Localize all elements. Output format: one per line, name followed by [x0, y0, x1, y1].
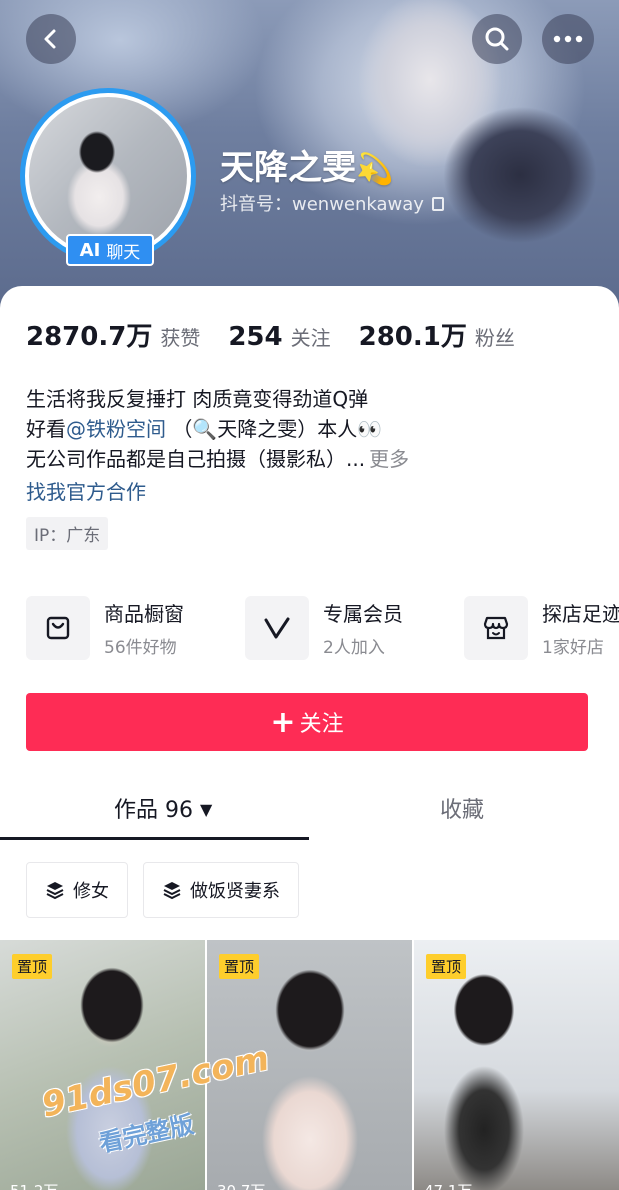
followers-count[interactable]: 280.1万: [359, 316, 467, 353]
collection-chip[interactable]: 做饭贤妻系: [143, 862, 299, 918]
service-shop-window[interactable]: 商品橱窗 56件好物: [26, 596, 245, 660]
ai-badge-label: 聊天: [106, 242, 141, 263]
video-likes: 51.2万: [10, 1180, 58, 1190]
service-membership[interactable]: 专属会员 2人加入: [245, 596, 464, 660]
nickname-emoji: 💫: [356, 152, 394, 187]
video-likes: 47.1万: [424, 1180, 472, 1190]
search-button[interactable]: [472, 14, 522, 64]
more-dots-icon: [553, 35, 583, 43]
bio-line-1: 生活将我反复捶打 肉质竟变得劲道Q弹: [26, 387, 369, 411]
layers-icon: [45, 880, 65, 900]
profile-nickname: 天降之雯💫: [220, 140, 393, 189]
ai-badge-prefix: AI: [79, 239, 101, 261]
bio-line-3: 无公司作品都是自己拍摄（摄影私）... 更多: [26, 444, 409, 474]
mention-link[interactable]: @铁粉空间: [66, 417, 166, 441]
pinned-badge: 置顶: [426, 954, 467, 979]
profile-stats: 2870.7万 获赞 254 关注 280.1万 粉丝: [26, 316, 543, 353]
service-title: 专属会员: [323, 602, 403, 626]
likes-label: 获赞: [160, 326, 201, 350]
ip-location-tag: IP：广东: [26, 517, 109, 550]
bio-line-2: 好看@铁粉空间 （🔍天降之雯）本人👀: [26, 414, 409, 444]
pinned-badge: 置顶: [12, 954, 53, 979]
video-grid: 置顶 51.2万 置顶 30.7万 置顶 47.1万: [0, 940, 619, 1190]
video-thumbnail[interactable]: 置顶 47.1万: [414, 940, 619, 1190]
collection-chip-label: 修女: [73, 881, 109, 902]
followers-label: 粉丝: [474, 326, 515, 350]
business-cooperation-link[interactable]: 找我官方合作: [26, 476, 146, 505]
chevron-left-icon: [44, 29, 56, 49]
likes-count[interactable]: 2870.7万: [26, 316, 152, 353]
ai-chat-badge[interactable]: AI 聊天: [66, 234, 154, 266]
service-entries: 商品橱窗 56件好物 专属会员 2人加入 探店足迹 1家好店: [26, 596, 619, 660]
following-label: 关注: [290, 326, 331, 350]
bio-line-2-prefix: 好看: [26, 417, 66, 441]
copy-icon[interactable]: [431, 197, 444, 211]
follow-button-label: 关注: [299, 712, 344, 737]
bio-more-link[interactable]: 更多: [369, 447, 409, 471]
service-store-visits[interactable]: 探店足迹 1家好店: [464, 596, 619, 660]
video-likes: 30.7万: [217, 1180, 265, 1190]
tab-works[interactable]: 作品 96 ▼: [114, 792, 212, 824]
douyin-id-text: 抖音号：wenwenkaway: [220, 194, 424, 215]
search-icon: [485, 27, 509, 51]
pinned-badge: 置顶: [219, 954, 260, 979]
follow-button[interactable]: + 关注: [26, 693, 588, 751]
avatar-image: [29, 97, 187, 255]
more-button[interactable]: [542, 14, 594, 64]
service-title: 商品橱窗: [104, 602, 184, 626]
bio-line-2-suffix: （🔍天降之雯）本人👀: [172, 417, 383, 441]
tab-works-label: 作品 96: [114, 798, 193, 823]
following-count[interactable]: 254: [228, 322, 282, 352]
active-tab-indicator: [0, 837, 309, 840]
vip-v-icon: [245, 596, 309, 660]
service-subtitle: 56件好物: [104, 638, 177, 658]
caret-down-icon[interactable]: ▼: [200, 800, 212, 819]
douyin-id[interactable]: 抖音号：wenwenkaway: [220, 190, 444, 216]
profile-bio: 生活将我反复捶打 肉质竟变得劲道Q弹 好看@铁粉空间 （🔍天降之雯）本人👀 无公…: [26, 384, 409, 474]
collection-chip-label: 做饭贤妻系: [190, 881, 280, 902]
plus-icon: +: [270, 704, 296, 740]
layers-icon: [162, 880, 182, 900]
nickname-text: 天降之雯: [220, 148, 356, 188]
bio-line-3-text: 无公司作品都是自己拍摄（摄影私）...: [26, 447, 366, 471]
shopping-bag-icon: [26, 596, 90, 660]
service-subtitle: 1家好店: [542, 638, 604, 658]
back-button[interactable]: [26, 14, 76, 64]
service-subtitle: 2人加入: [323, 638, 385, 658]
tab-favorites[interactable]: 收藏: [440, 792, 484, 824]
collection-chip[interactable]: 修女: [26, 862, 128, 918]
banner-illustration-shadow: [430, 90, 610, 260]
store-icon: [464, 596, 528, 660]
service-title: 探店足迹: [542, 602, 619, 626]
